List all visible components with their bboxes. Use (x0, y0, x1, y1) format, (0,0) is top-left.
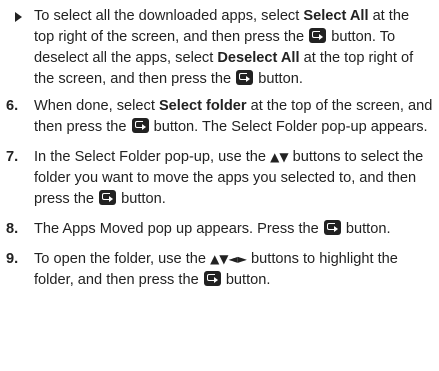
direction-arrows-icon: ▲▼◄► (210, 252, 247, 266)
enter-button-icon (203, 271, 221, 286)
step-6-text-part-1: When done, select (34, 98, 159, 114)
step-text: When done, select Select folder at the t… (34, 98, 432, 135)
select-folder-term: Select folder (158, 98, 247, 114)
step-number: 7. (6, 149, 19, 165)
step-9-text-part-1: To open the folder, use the (34, 251, 211, 267)
bullet-text: To select all the downloaded apps, selec… (34, 8, 413, 87)
step-text: In the Select Folder pop-up, use the ▲▼ … (34, 149, 423, 207)
bullet-text-part-5: button. (254, 71, 303, 87)
manual-page: To select all the downloaded apps, selec… (0, 0, 439, 371)
step-number: 8. (6, 221, 19, 237)
step-number: 6. (6, 98, 19, 114)
bullet-item-select-all: To select all the downloaded apps, selec… (6, 6, 433, 90)
step-number: 9. (6, 251, 19, 267)
triangle-bullet-icon (15, 12, 22, 22)
step-9-text-part-3: button. (221, 272, 271, 288)
step-text: To open the folder, use the ▲▼◄► buttons… (34, 251, 398, 288)
step-8: 8. The Apps Moved pop up appears. Press … (6, 219, 433, 240)
up-down-arrows-icon: ▲▼ (270, 150, 289, 164)
step-6: 6. When done, select Select folder at th… (6, 96, 433, 138)
step-6-text-part-3: button. The Select Folder pop-up appears… (149, 119, 428, 135)
step-7: 7. In the Select Folder pop-up, use the … (6, 147, 433, 210)
step-8-text-part-2: button. (341, 221, 391, 237)
enter-button-icon (131, 118, 149, 133)
step-text: The Apps Moved pop up appears. Press the… (34, 220, 391, 237)
step-9: 9. To open the folder, use the ▲▼◄► butt… (6, 249, 433, 291)
step-8-text-part-1: The Apps Moved pop up appears. Press the (34, 221, 323, 237)
bullet-text-part-1: To select all the downloaded apps, selec… (34, 8, 304, 24)
step-7-text-part-3: button. (117, 191, 166, 207)
enter-button-icon (323, 220, 341, 235)
enter-button-icon (99, 190, 117, 205)
enter-button-icon (309, 28, 327, 43)
step-7-text-part-1: In the Select Folder pop-up, use the (34, 149, 271, 165)
deselect-all-term: Deselect All (217, 50, 300, 66)
select-all-term: Select All (303, 8, 369, 24)
enter-button-icon (236, 70, 254, 85)
